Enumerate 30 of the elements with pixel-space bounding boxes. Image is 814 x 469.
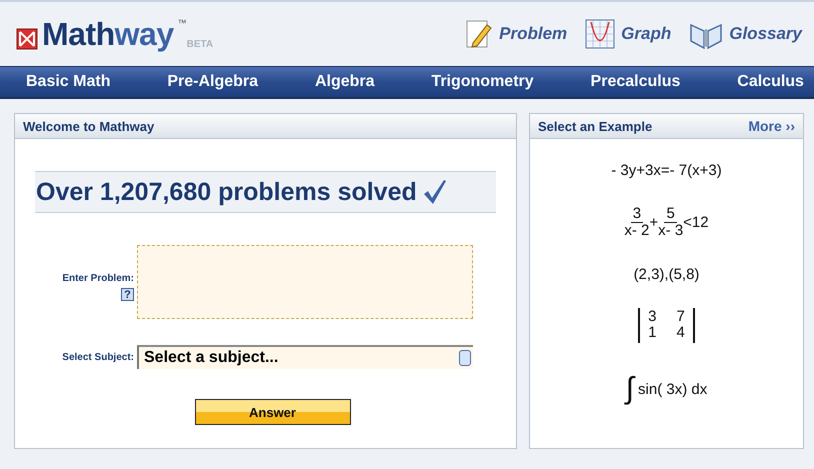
solved-count-text: Over 1,207,680 problems solved — [36, 178, 417, 206]
problem-input-field[interactable] — [137, 245, 473, 319]
answer-button[interactable]: Answer — [194, 399, 350, 425]
pencil-icon — [465, 19, 494, 49]
nav-item[interactable]: Precalculus — [590, 73, 680, 91]
subject-dropdown[interactable]: Select a subject... — [137, 345, 473, 369]
checkmark-icon — [422, 179, 447, 205]
more-link[interactable]: More ›› — [748, 118, 795, 134]
graph-icon — [585, 19, 616, 49]
trademark-sign: ™ — [178, 18, 187, 28]
example-expression[interactable]: - 3y+3x=- 7(x+3) — [611, 155, 722, 185]
header-link[interactable]: Glossary — [729, 24, 802, 44]
logo-wordmark: Mathway — [42, 18, 174, 50]
header-link[interactable]: Problem — [499, 24, 568, 44]
example-matrix[interactable]: 3 7 1 4 — [638, 301, 695, 349]
help-button[interactable]: ? — [121, 288, 134, 301]
logo-icon — [16, 28, 38, 50]
example-integral[interactable]: ∫sin( 3x) dx — [626, 369, 708, 409]
nav-item[interactable]: Trigonometry — [431, 73, 534, 91]
beta-label: BETA — [186, 39, 214, 50]
nav-item[interactable]: Basic Math — [26, 73, 110, 91]
nav-item[interactable]: Algebra — [314, 73, 375, 91]
field-label: Select Subject: — [61, 352, 135, 362]
nav-item[interactable]: Pre-Algebra — [167, 73, 258, 91]
header-link[interactable]: Graph — [621, 24, 672, 44]
panel-title: Welcome to Mathway — [23, 118, 154, 134]
example-expression[interactable]: (2,3),(5,8) — [634, 259, 700, 289]
field-label: Enter Problem: — [62, 273, 134, 284]
panel-title: Select an Example — [538, 118, 652, 134]
nav-item[interactable]: Calculus — [737, 73, 804, 91]
